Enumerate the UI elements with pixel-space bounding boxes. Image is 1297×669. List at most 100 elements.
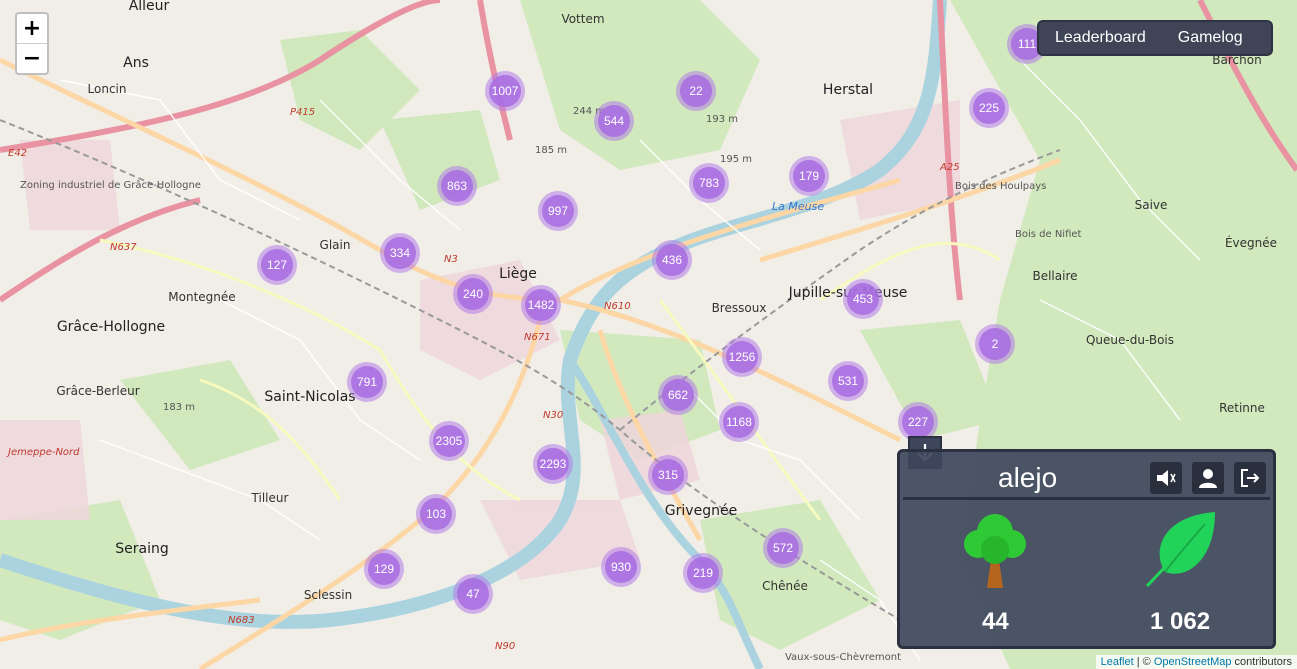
cluster-count: 47 bbox=[457, 578, 489, 610]
label-queue-du-bois: Queue-du-Bois bbox=[1086, 333, 1174, 347]
cluster-count: 315 bbox=[652, 459, 684, 491]
label-glain: Glain bbox=[320, 238, 351, 252]
label-bressoux: Bressoux bbox=[712, 301, 767, 315]
label-retinne: Retinne bbox=[1219, 401, 1265, 415]
cluster-count: 791 bbox=[351, 366, 383, 398]
label-a25: A25 bbox=[939, 162, 960, 173]
label-grivegnee: Grivegnée bbox=[665, 503, 737, 519]
cluster-marker[interactable]: 436 bbox=[652, 240, 692, 280]
label-bellaire: Bellaire bbox=[1032, 269, 1077, 283]
cluster-marker[interactable]: 127 bbox=[257, 245, 297, 285]
cluster-count: 219 bbox=[687, 557, 719, 589]
cluster-count: 544 bbox=[598, 105, 630, 137]
cluster-count: 930 bbox=[605, 551, 637, 583]
cluster-marker[interactable]: 240 bbox=[453, 274, 493, 314]
label-vottem: Vottem bbox=[561, 12, 604, 26]
logout-button[interactable] bbox=[1234, 462, 1266, 494]
label-n610: N610 bbox=[604, 301, 631, 312]
label-elev-185: 185 m bbox=[535, 145, 567, 156]
cluster-count: 453 bbox=[847, 283, 879, 315]
cluster-count: 334 bbox=[384, 237, 416, 269]
label-herstal: Herstal bbox=[823, 82, 873, 98]
player-panel: alejo 44 1 062 bbox=[897, 449, 1276, 649]
label-liege: Liège bbox=[499, 266, 537, 282]
cluster-marker[interactable]: 219 bbox=[683, 553, 723, 593]
cluster-count: 1168 bbox=[723, 406, 755, 438]
cluster-count: 22 bbox=[680, 75, 712, 107]
label-loncin: Loncin bbox=[88, 82, 127, 96]
cluster-count: 531 bbox=[832, 365, 864, 397]
cluster-marker[interactable]: 1168 bbox=[719, 402, 759, 442]
label-n671: N671 bbox=[524, 332, 551, 343]
cluster-count: 225 bbox=[973, 92, 1005, 124]
cluster-count: 1482 bbox=[525, 289, 557, 321]
tab-leaderboard[interactable]: Leaderboard bbox=[1039, 29, 1162, 47]
cluster-marker[interactable]: 2305 bbox=[429, 421, 469, 461]
cluster-count: 103 bbox=[420, 498, 452, 530]
label-elev-183: 183 m bbox=[163, 402, 195, 413]
cluster-marker[interactable]: 47 bbox=[453, 574, 493, 614]
label-saive: Saive bbox=[1135, 198, 1168, 212]
label-grace-berleur: Grâce-Berleur bbox=[56, 384, 139, 398]
cluster-marker[interactable]: 334 bbox=[380, 233, 420, 273]
cluster-marker[interactable]: 997 bbox=[538, 191, 578, 231]
cluster-marker[interactable]: 129 bbox=[364, 549, 404, 589]
cluster-marker[interactable]: 2 bbox=[975, 324, 1015, 364]
cluster-marker[interactable]: 22 bbox=[676, 71, 716, 111]
attribution-suffix: contributors bbox=[1231, 656, 1292, 668]
osm-link[interactable]: OpenStreetMap bbox=[1154, 656, 1232, 668]
cluster-marker[interactable]: 1482 bbox=[521, 285, 561, 325]
cluster-marker[interactable]: 531 bbox=[828, 361, 868, 401]
cluster-count: 2305 bbox=[433, 425, 465, 457]
label-jemeppe: Jemeppe-Nord bbox=[6, 447, 80, 458]
player-name: alejo bbox=[998, 462, 1058, 493]
cluster-marker[interactable]: 662 bbox=[658, 375, 698, 415]
label-ans: Ans bbox=[123, 55, 149, 71]
cluster-marker[interactable]: 103 bbox=[416, 494, 456, 534]
cluster-count: 129 bbox=[368, 553, 400, 585]
label-n30: N30 bbox=[543, 410, 563, 421]
cluster-count: 2 bbox=[979, 328, 1011, 360]
cluster-marker[interactable]: 544 bbox=[594, 101, 634, 141]
label-evegnee: Évegnée bbox=[1225, 235, 1277, 250]
user-icon bbox=[1199, 469, 1217, 488]
cluster-marker[interactable]: 2293 bbox=[533, 444, 573, 484]
attribution-separator: | © bbox=[1133, 656, 1154, 668]
cluster-marker[interactable]: 783 bbox=[689, 163, 729, 203]
label-n3: N3 bbox=[444, 254, 458, 265]
cluster-count: 997 bbox=[542, 195, 574, 227]
cluster-marker[interactable]: 930 bbox=[601, 547, 641, 587]
cluster-count: 179 bbox=[793, 160, 825, 192]
cluster-marker[interactable]: 315 bbox=[648, 455, 688, 495]
cluster-marker[interactable]: 225 bbox=[969, 88, 1009, 128]
label-seraing: Seraing bbox=[115, 541, 168, 557]
cluster-count: 572 bbox=[767, 532, 799, 564]
cluster-marker[interactable]: 572 bbox=[763, 528, 803, 568]
cluster-marker[interactable]: 1256 bbox=[722, 337, 762, 377]
label-montegnee: Montegnée bbox=[168, 290, 235, 304]
cluster-marker[interactable]: 179 bbox=[789, 156, 829, 196]
zoom-out-button[interactable]: − bbox=[17, 43, 47, 73]
cluster-marker[interactable]: 1007 bbox=[485, 71, 525, 111]
cluster-count: 227 bbox=[902, 406, 934, 438]
tab-gamelog[interactable]: Gamelog bbox=[1162, 29, 1259, 47]
sound-button[interactable] bbox=[1150, 462, 1182, 494]
cluster-count: 2293 bbox=[537, 448, 569, 480]
leaf-icon bbox=[1145, 512, 1215, 588]
zoom-in-button[interactable]: + bbox=[17, 14, 47, 43]
cluster-marker[interactable]: 791 bbox=[347, 362, 387, 402]
cluster-count: 240 bbox=[457, 278, 489, 310]
tree-count: 44 bbox=[982, 608, 1009, 635]
label-tilleur: Tilleur bbox=[251, 491, 289, 505]
label-bois-nifiet: Bois de Nifiet bbox=[1015, 229, 1082, 240]
label-vaux: Vaux-sous-Chèvremont bbox=[785, 651, 901, 663]
cluster-marker[interactable]: 863 bbox=[437, 166, 477, 206]
profile-button[interactable] bbox=[1192, 462, 1224, 494]
cluster-marker[interactable]: 453 bbox=[843, 279, 883, 319]
label-elev-193: 193 m bbox=[706, 114, 738, 125]
leaflet-link[interactable]: Leaflet bbox=[1101, 656, 1134, 668]
label-saint-nicolas: Saint-Nicolas bbox=[264, 389, 355, 405]
logout-icon bbox=[1241, 469, 1260, 487]
label-e42: E42 bbox=[8, 148, 27, 159]
cluster-count: 662 bbox=[662, 379, 694, 411]
